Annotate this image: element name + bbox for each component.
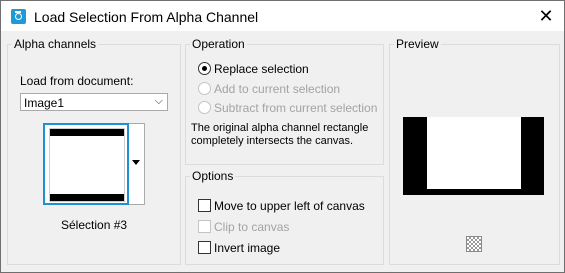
- move-to-upper-left-checkbox[interactable]: [198, 199, 211, 212]
- alpha-channel-thumbnail[interactable]: [43, 123, 129, 205]
- thumbnail-image: [49, 128, 125, 202]
- add-to-selection-radio[interactable]: [198, 82, 211, 95]
- close-button[interactable]: ✕: [536, 6, 556, 26]
- thumbnail-caption: Sélection #3: [61, 218, 128, 232]
- preview-image: [403, 117, 544, 195]
- thumbnail-dropdown-button[interactable]: [129, 123, 145, 205]
- move-to-upper-left-label[interactable]: Move to upper left of canvas: [214, 199, 365, 213]
- clip-to-canvas-label[interactable]: Clip to canvas: [214, 220, 289, 234]
- add-to-selection-label[interactable]: Add to current selection: [214, 82, 340, 96]
- transparency-checker-icon[interactable]: [466, 236, 482, 252]
- thumbnail-top-bar: [50, 129, 124, 136]
- window-title: Load Selection From Alpha Channel: [34, 9, 259, 25]
- radio-selected-dot: [202, 66, 207, 71]
- options-legend: Options: [192, 169, 234, 183]
- operation-legend: Operation: [192, 37, 245, 51]
- document-select[interactable]: Image1 ⌵: [20, 93, 168, 111]
- replace-selection-label[interactable]: Replace selection: [214, 62, 309, 76]
- document-select-value: Image1: [24, 96, 65, 110]
- camera-icon: [11, 9, 26, 24]
- subtract-from-selection-radio[interactable]: [198, 101, 211, 114]
- invert-image-label[interactable]: Invert image: [214, 241, 280, 255]
- dialog-window: Load Selection From Alpha Channel ✕ Alph…: [0, 0, 565, 273]
- operation-description: The original alpha channel rectangle com…: [191, 122, 369, 147]
- triangle-down-icon: [132, 160, 140, 165]
- preview-selection-area: [427, 117, 521, 189]
- subtract-from-selection-label[interactable]: Subtract from current selection: [214, 101, 377, 115]
- title-bar: Load Selection From Alpha Channel ✕: [1, 1, 564, 31]
- load-from-document-label: Load from document:: [20, 74, 134, 88]
- preview-legend: Preview: [396, 37, 439, 51]
- thumbnail-bottom-bar: [50, 194, 124, 201]
- replace-selection-radio[interactable]: [198, 62, 211, 75]
- chevron-down-icon: ⌵: [154, 95, 163, 107]
- clip-to-canvas-checkbox[interactable]: [198, 220, 211, 233]
- invert-image-checkbox[interactable]: [198, 241, 211, 254]
- alpha-channels-legend: Alpha channels: [14, 37, 97, 51]
